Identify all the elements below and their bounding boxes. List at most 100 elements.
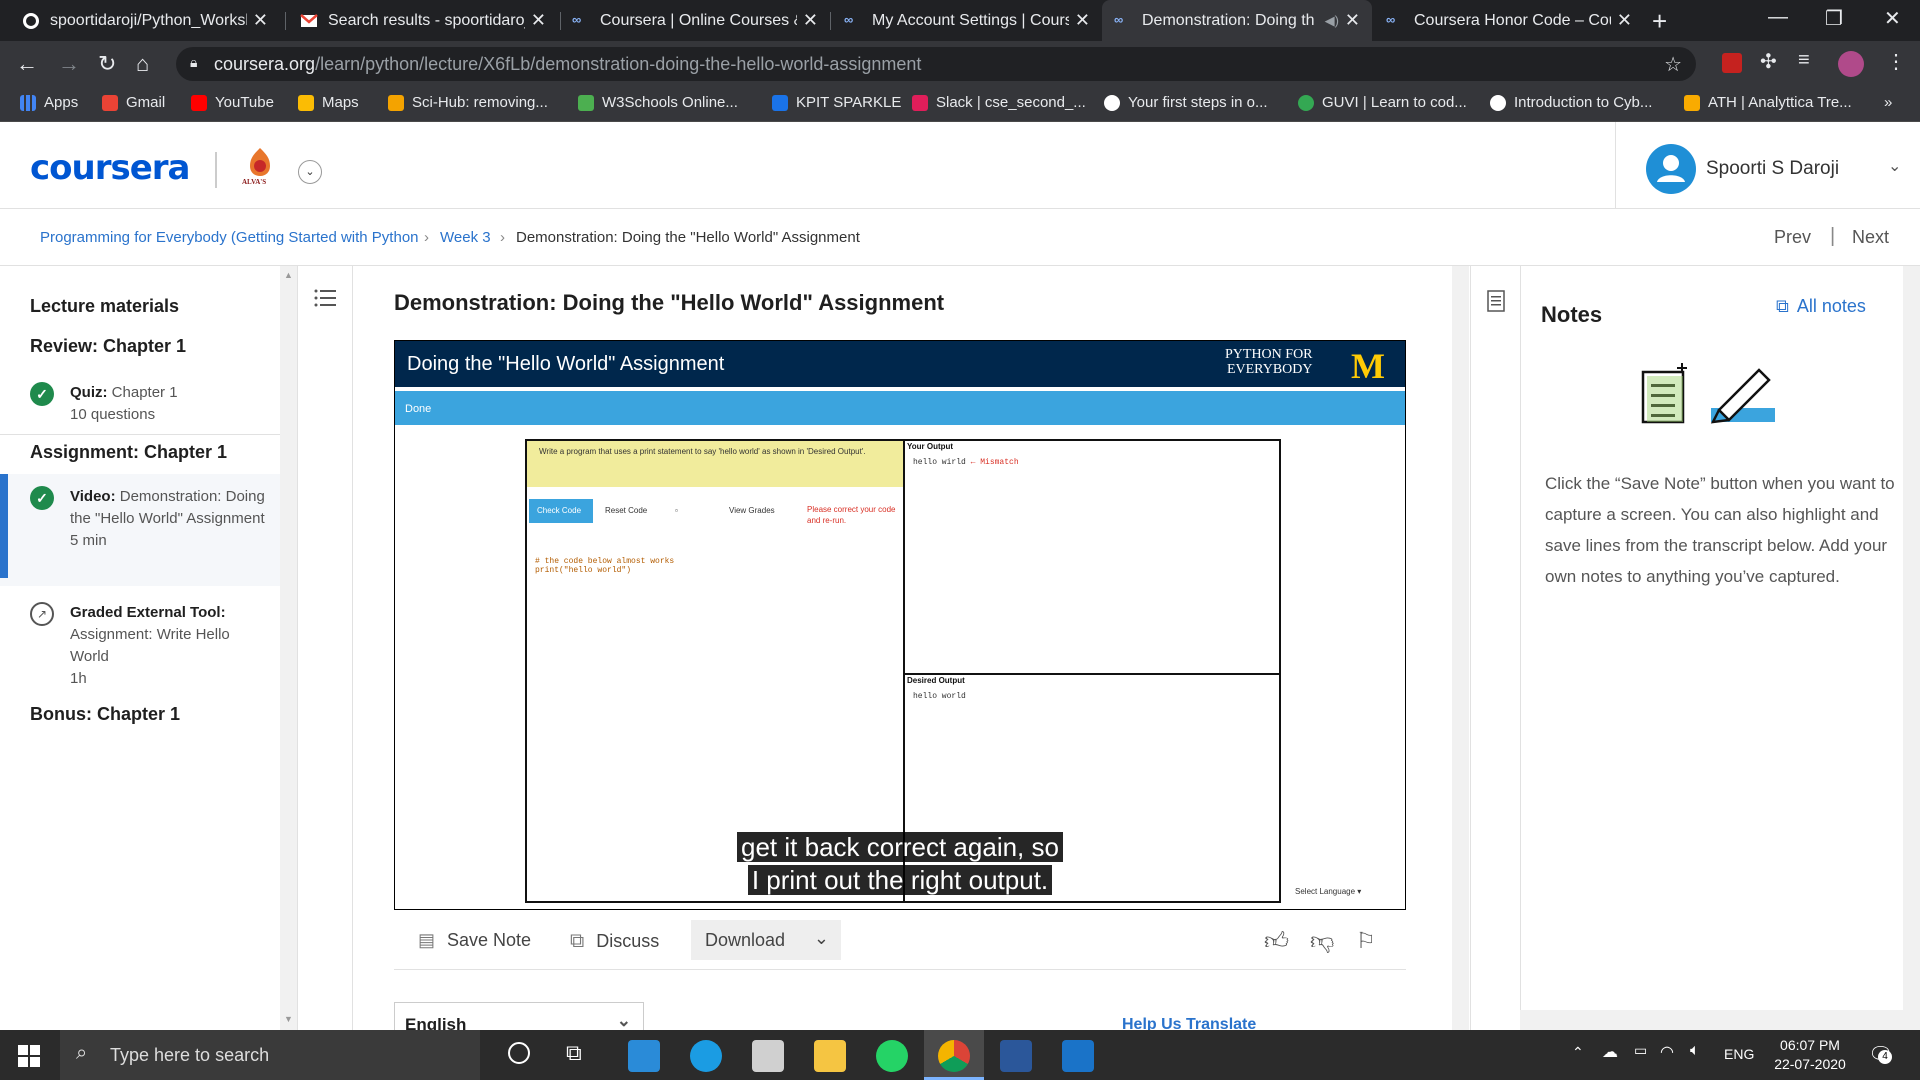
puzzle-extensions-icon[interactable]: ✣ — [1760, 49, 1777, 74]
back-button[interactable]: ← — [16, 51, 38, 77]
video-slide-header: Doing the "Hello World" Assignment PYTHO… — [395, 341, 1405, 387]
volume-icon[interactable]: 🔈︎ — [1690, 1042, 1700, 1060]
close-tab-icon[interactable]: ✕ — [253, 10, 268, 31]
browser-tab[interactable]: ∞ Coursera Honor Code – Cour ✕ — [1374, 0, 1644, 41]
forward-button[interactable]: → — [58, 51, 80, 77]
browser-tab[interactable]: Search results - spoortidaroji ✕ — [288, 0, 558, 41]
next-button[interactable]: Next — [1852, 227, 1889, 248]
breadcrumb-week-link[interactable]: Week 3 — [440, 229, 491, 246]
horizontal-scrollbar[interactable] — [1520, 1010, 1920, 1030]
video-player[interactable]: Doing the "Hello World" Assignment PYTHO… — [394, 340, 1406, 910]
desired-output-text: hello world — [913, 692, 966, 701]
bookmark-youtube[interactable]: YouTube — [191, 94, 274, 111]
thumbs-up-icon[interactable]: 👍︎ — [1264, 928, 1289, 956]
notes-scrollbar[interactable] — [1903, 266, 1920, 1030]
minimize-button[interactable]: — — [1768, 6, 1788, 29]
browser-tab[interactable]: ∞ My Account Settings | Cours ✕ — [832, 0, 1102, 41]
bookmark-analyttica[interactable]: ATH | Analyttica Tre... — [1684, 94, 1852, 111]
close-tab-icon[interactable]: ✕ — [531, 10, 546, 31]
bookmark-guvi[interactable]: GUVI | Learn to cod... — [1298, 94, 1467, 111]
close-tab-icon[interactable]: ✕ — [1345, 10, 1360, 31]
edge-icon[interactable] — [690, 1040, 722, 1072]
all-notes-link[interactable]: ⧉ All notes — [1776, 296, 1866, 317]
breadcrumb-course-link[interactable]: Programming for Everybody (Getting Start… — [40, 229, 418, 246]
close-tab-icon[interactable]: ✕ — [1617, 10, 1632, 31]
main-scrollbar[interactable] — [1452, 266, 1469, 1030]
browser-tab[interactable]: ∞ Coursera | Online Courses & ✕ — [560, 0, 830, 41]
partner-logo[interactable] — [244, 146, 276, 178]
photos-icon[interactable] — [1062, 1040, 1094, 1072]
reload-button[interactable]: ↻ — [98, 51, 116, 77]
bookmark-kpit[interactable]: KPIT SPARKLE — [772, 94, 901, 111]
taskbar-search[interactable]: ⌕ Type here to search — [60, 1030, 480, 1080]
store-icon[interactable] — [752, 1040, 784, 1072]
profile-avatar-icon[interactable] — [1838, 51, 1864, 77]
code-editor: # the code below almost works print("hell… — [527, 551, 682, 581]
browser-tab-active[interactable]: ∞ Demonstration: Doing th ◀) ✕ — [1102, 0, 1372, 41]
battery-icon[interactable]: ▭ — [1634, 1042, 1647, 1059]
save-note-button[interactable]: ▤ Save Note — [418, 930, 531, 951]
bookmark-apps[interactable]: Apps — [20, 94, 78, 111]
notification-badge: 4 — [1878, 1050, 1892, 1064]
bookmark-label: Your first steps in o... — [1128, 94, 1268, 111]
speaker-icon[interactable]: ◀) — [1325, 13, 1339, 29]
bookmark-cyber[interactable]: Introduction to Cyb... — [1490, 94, 1652, 111]
document-icon[interactable] — [1487, 290, 1505, 312]
windows-start-icon[interactable] — [18, 1045, 40, 1067]
coursera-icon: ∞ — [844, 11, 854, 27]
wifi-icon[interactable]: ◠ — [1660, 1042, 1674, 1062]
bookmark-slack[interactable]: Slack | cse_second_... — [912, 94, 1086, 111]
help-translate-link[interactable]: Help Us Translate — [1122, 1016, 1256, 1030]
close-window-button[interactable]: ✕ — [1884, 6, 1901, 31]
chevron-up-icon[interactable]: ⌃ — [1572, 1044, 1584, 1061]
home-button[interactable]: ⌂ — [136, 51, 149, 77]
google-icon — [1104, 94, 1120, 111]
partner-dropdown-chevron-icon[interactable]: ⌄ — [298, 160, 322, 184]
restore-button[interactable]: ❐ — [1825, 6, 1843, 31]
sidebar-section-title[interactable]: Bonus: Chapter 1 — [30, 704, 180, 725]
bookmarks-overflow-icon[interactable]: » — [1884, 94, 1892, 111]
bookmark-w3schools[interactable]: W3Schools Online... — [578, 94, 738, 111]
url-bar[interactable]: 🔒︎ coursera.org/learn/python/lecture/X6f… — [176, 47, 1696, 81]
sidebar-section-title[interactable]: Review: Chapter 1 — [30, 336, 186, 357]
download-dropdown[interactable]: Download ⌄ — [691, 920, 841, 960]
bookmark-gmail[interactable]: Gmail — [102, 94, 165, 111]
onedrive-icon[interactable]: ☁ — [1602, 1042, 1618, 1062]
user-menu[interactable]: Spoorti S Daroji ⌄ — [1615, 122, 1920, 209]
thumbs-down-icon[interactable]: 👎︎ — [1310, 928, 1334, 956]
divider: | — [1830, 225, 1836, 247]
bookmark-google[interactable]: Your first steps in o... — [1104, 94, 1268, 111]
cortana-icon[interactable] — [508, 1042, 530, 1064]
discuss-button[interactable]: ⧉ Discuss — [570, 930, 659, 953]
coursera-logo[interactable]: coursera — [30, 148, 190, 188]
list-toc-icon[interactable] — [314, 288, 336, 308]
close-tab-icon[interactable]: ✕ — [1075, 10, 1090, 31]
sidebar-section-title[interactable]: Assignment: Chapter 1 — [30, 442, 227, 463]
prev-button[interactable]: Prev — [1774, 227, 1811, 248]
task-view-icon[interactable]: ⧉ — [566, 1040, 582, 1066]
whatsapp-icon[interactable] — [876, 1040, 908, 1072]
file-explorer-icon[interactable] — [814, 1040, 846, 1072]
word-icon[interactable] — [1000, 1040, 1032, 1072]
chevron-right-icon: › — [424, 229, 429, 246]
sidebar-item-video-active[interactable]: ✓ Video: Demonstration: Doing the "Hello… — [0, 474, 280, 586]
menu-kebab-icon[interactable]: ⋮ — [1886, 49, 1906, 74]
clock[interactable]: 06:07 PM 22-07-2020 — [1770, 1036, 1850, 1074]
flag-icon[interactable]: ⚐ — [1356, 928, 1376, 954]
bookmark-star-icon[interactable]: ☆ — [1664, 52, 1682, 77]
close-tab-icon[interactable]: ✕ — [803, 10, 818, 31]
sidebar-item-external-tool[interactable]: ↗ Graded External Tool: Assignment: Writ… — [0, 592, 280, 692]
extension-icon[interactable] — [1722, 53, 1742, 73]
browser-tab[interactable]: spoortidaroji/Python_Worksh ✕ — [10, 0, 280, 41]
mail-app-icon[interactable] — [628, 1040, 660, 1072]
new-tab-button[interactable]: + — [1652, 6, 1667, 37]
sidebar-item-quiz[interactable]: ✓ Quiz: Chapter 1 10 questions — [0, 372, 280, 432]
chrome-taskbar-active[interactable] — [924, 1030, 984, 1080]
bookmark-maps[interactable]: Maps — [298, 94, 359, 111]
sidebar-scrollbar[interactable]: ▲ ▼ — [280, 266, 297, 1030]
media-control-icon[interactable]: ≡ — [1798, 49, 1810, 72]
transcript-language-select[interactable]: English ⌄ — [394, 1002, 644, 1030]
language-indicator[interactable]: ENG — [1724, 1046, 1754, 1062]
notification-icon[interactable]: 🗨︎4 — [1868, 1042, 1893, 1067]
bookmark-scihub[interactable]: Sci-Hub: removing... — [388, 94, 548, 111]
